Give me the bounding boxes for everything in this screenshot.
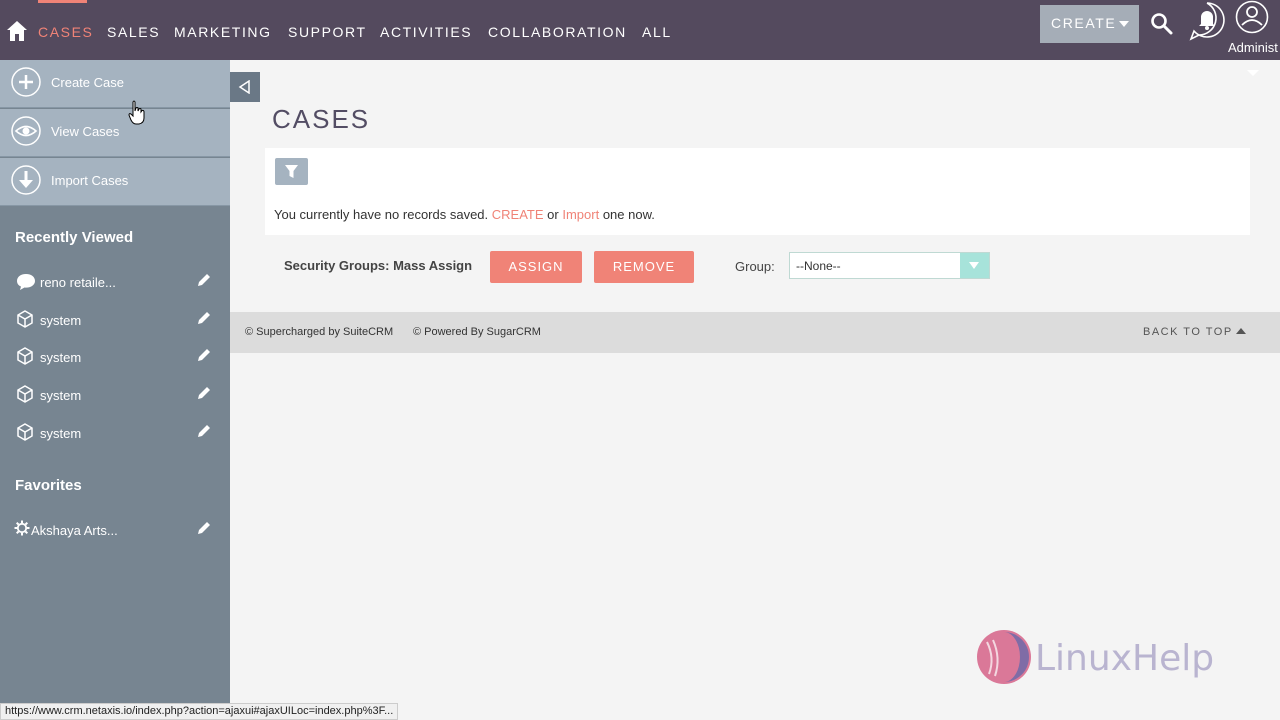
sidebar-action-label: Create Case	[51, 75, 124, 90]
nav-collaboration[interactable]: COLLABORATION	[488, 24, 627, 40]
linuxhelp-logo-icon	[977, 630, 1031, 684]
pencil-icon[interactable]	[196, 423, 212, 439]
recently-viewed-title: Recently Viewed	[15, 229, 134, 246]
nav-support[interactable]: SUPPORT	[288, 24, 367, 40]
footer: © Supercharged by SuiteCRM © Powered By …	[230, 312, 1280, 353]
import-link[interactable]: Import	[562, 207, 599, 222]
select-arrow-icon[interactable]	[960, 253, 989, 278]
caret-up-icon[interactable]	[1236, 328, 1246, 334]
top-nav: CASES SALES MARKETING SUPPORT ACTIVITIES…	[0, 0, 1280, 60]
favorites-title: Favorites	[15, 477, 82, 494]
create-dropdown-button[interactable]: CREATE	[1040, 5, 1139, 43]
nav-marketing[interactable]: MARKETING	[174, 24, 272, 40]
sidebar-action-view-cases[interactable]: View Cases	[0, 109, 230, 157]
recently-viewed-label: system	[40, 313, 82, 328]
nav-sales[interactable]: SALES	[107, 24, 160, 40]
user-menu-caret-icon[interactable]	[1247, 70, 1259, 76]
recently-viewed-item[interactable]: system	[0, 306, 230, 336]
supercharged-link[interactable]: © Supercharged by SuiteCRM	[245, 326, 393, 338]
nav-all[interactable]: ALL	[642, 24, 672, 40]
cube-icon	[17, 423, 33, 441]
user-name-label[interactable]: Administ	[1228, 40, 1278, 55]
cube-icon	[17, 385, 33, 403]
recently-viewed-item[interactable]: system	[0, 419, 230, 449]
watermark-text: LinuxHelp	[1035, 638, 1215, 679]
notifications-bell-icon[interactable]	[1188, 1, 1226, 41]
group-select-value: --None--	[796, 259, 841, 273]
recently-viewed-label: system	[40, 388, 82, 403]
group-label: Group:	[735, 259, 775, 274]
caret-down-icon	[1119, 21, 1129, 27]
gear-icon	[14, 520, 30, 536]
msg-text-or: or	[547, 207, 559, 222]
recently-viewed-label: system	[40, 350, 82, 365]
back-to-top-link[interactable]: BACK TO TOP	[1143, 326, 1233, 338]
browser-status-bar: https://www.crm.netaxis.io/index.php?act…	[0, 703, 399, 720]
recently-viewed-item[interactable]: system	[0, 381, 230, 411]
sidebar-collapse-button[interactable]	[230, 72, 260, 102]
home-icon[interactable]	[6, 20, 28, 42]
collapse-left-icon	[238, 79, 250, 95]
pencil-icon[interactable]	[196, 347, 212, 363]
cube-icon	[17, 347, 33, 365]
user-avatar-icon[interactable]	[1235, 0, 1269, 34]
nav-activities[interactable]: ACTIVITIES	[380, 24, 472, 40]
sidebar-action-import-cases[interactable]: Import Cases	[0, 158, 230, 206]
sidebar-action-label: Import Cases	[51, 173, 129, 188]
sidebar: Create Case View Cases Import Cases Rece…	[0, 60, 230, 720]
chat-bubble-icon	[17, 274, 35, 290]
assign-button[interactable]: ASSIGN	[490, 251, 582, 283]
hand-pointer-cursor-icon	[128, 100, 145, 125]
remove-button[interactable]: REMOVE	[594, 251, 694, 283]
page-title: CASES	[272, 104, 371, 134]
filter-icon	[285, 165, 298, 178]
msg-text-after: one now.	[602, 207, 655, 222]
pencil-icon[interactable]	[196, 272, 212, 288]
favorites-label: Akshaya Arts...	[31, 523, 118, 538]
group-select[interactable]: --None--	[789, 252, 990, 279]
favorites-item[interactable]: Akshaya Arts...	[0, 516, 230, 546]
sidebar-action-create-case[interactable]: Create Case	[0, 60, 230, 108]
pencil-icon[interactable]	[196, 385, 212, 401]
empty-records-message: You currently have no records saved. CRE…	[274, 207, 655, 222]
plus-circle-icon	[11, 67, 41, 97]
create-label: CREATE	[1051, 15, 1117, 31]
powered-link[interactable]: © Powered By SugarCRM	[413, 326, 541, 338]
create-link[interactable]: CREATE	[492, 207, 544, 222]
nav-cases[interactable]: CASES	[38, 24, 93, 40]
filter-button[interactable]	[275, 158, 308, 185]
sidebar-action-label: View Cases	[51, 124, 120, 139]
pencil-icon[interactable]	[196, 520, 212, 536]
active-tab-indicator	[38, 0, 87, 3]
recently-viewed-label: system	[40, 426, 82, 441]
recently-viewed-item[interactable]: reno retaile...	[0, 268, 230, 298]
msg-text-before: You currently have no records saved.	[274, 207, 489, 222]
cube-icon	[17, 310, 33, 328]
pencil-icon[interactable]	[196, 310, 212, 326]
search-icon[interactable]	[1150, 12, 1174, 36]
eye-icon	[11, 116, 41, 146]
recently-viewed-label: reno retaile...	[40, 275, 116, 290]
mass-assign-label: Security Groups: Mass Assign	[284, 258, 473, 273]
download-arrow-icon	[11, 165, 41, 195]
recently-viewed-item[interactable]: system	[0, 343, 230, 373]
list-view-panel: You currently have no records saved. CRE…	[265, 148, 1250, 235]
